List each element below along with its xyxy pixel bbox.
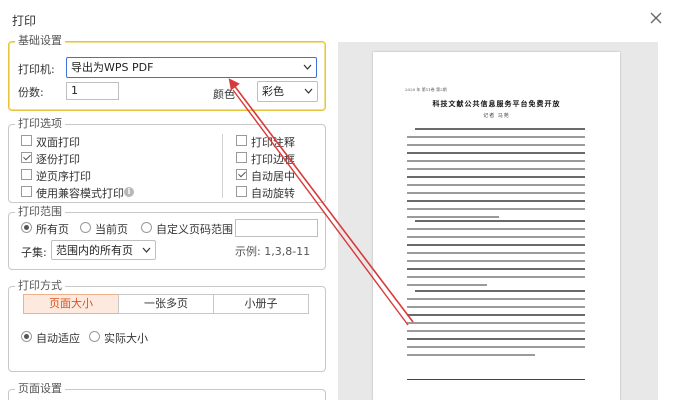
compat-mode-label: 使用兼容模式打印: [36, 187, 124, 200]
print-border-label: 打印边框: [251, 153, 295, 166]
preview-text-line: [407, 208, 585, 210]
preview-footnote-rule: [407, 379, 585, 380]
close-icon[interactable]: [648, 10, 664, 26]
preview-text-line: [407, 306, 585, 308]
collate-checkbox[interactable]: [21, 152, 32, 163]
preview-text-line: [407, 276, 585, 278]
reverse-order-label: 逆页序打印: [36, 170, 91, 183]
preview-text-line: [407, 136, 585, 138]
color-value: 彩色: [262, 85, 284, 98]
print-options-legend: 打印选项: [15, 117, 65, 131]
preview-header: 2020 年 第11卷 第2期: [405, 87, 447, 92]
preview-text-line: [407, 152, 585, 154]
preview-text-line: [407, 298, 585, 300]
preview-text-line: [407, 168, 585, 170]
actual-size-radio[interactable]: [89, 331, 100, 342]
duplex-label: 双面打印: [36, 136, 80, 149]
info-icon[interactable]: i: [124, 187, 134, 197]
copies-input[interactable]: 1: [66, 82, 119, 100]
print-mode-legend: 打印方式: [15, 279, 65, 293]
print-border-checkbox[interactable]: [236, 152, 247, 163]
print-annotations-label: 打印注释: [251, 136, 295, 149]
copies-label: 份数:: [18, 86, 44, 99]
auto-fit-radio[interactable]: [21, 331, 32, 342]
preview-text-line: [407, 354, 535, 356]
options-divider: [222, 134, 223, 198]
preview-text-line: [407, 252, 585, 254]
preview-text-line: [407, 260, 585, 262]
preview-text-line: [407, 192, 585, 194]
custom-range-label: 自定义页码范围: [156, 223, 233, 236]
printer-label: 打印机:: [18, 63, 55, 76]
tab-multi-page[interactable]: 一张多页: [118, 294, 214, 314]
current-page-label: 当前页: [95, 223, 128, 236]
preview-page: 2020 年 第11卷 第2期 科技文献公共信息服务平台免费开放 记者 马苑: [373, 52, 620, 400]
auto-fit-label: 自动适应: [36, 332, 80, 345]
collate-label: 逐份打印: [36, 153, 80, 166]
preview-text-line: [407, 216, 499, 218]
color-label: 颜色: [213, 88, 235, 101]
basic-settings-legend: 基础设置: [15, 34, 65, 48]
page-setup-group: 页面设置: [8, 382, 326, 400]
preview-text-line: [407, 322, 585, 324]
subset-label: 子集:: [21, 246, 47, 259]
preview-text-line: [407, 236, 585, 238]
chevron-down-icon: [304, 88, 313, 94]
preview-text-line: [407, 144, 585, 146]
print-annotations-checkbox[interactable]: [236, 135, 247, 146]
subset-value: 范围内的所有页: [56, 244, 133, 257]
preview-text-line: [407, 330, 585, 332]
custom-range-input[interactable]: [235, 219, 318, 237]
auto-center-label: 自动居中: [251, 170, 295, 183]
actual-size-label: 实际大小: [104, 332, 148, 345]
custom-range-radio[interactable]: [141, 222, 152, 233]
reverse-order-checkbox[interactable]: [21, 169, 32, 180]
printer-select[interactable]: 导出为WPS PDF: [66, 57, 317, 78]
all-pages-radio[interactable]: [21, 222, 32, 233]
preview-text-line: [407, 228, 585, 230]
auto-rotate-checkbox[interactable]: [236, 186, 247, 197]
tab-page-size[interactable]: 页面大小: [23, 294, 119, 314]
duplex-checkbox[interactable]: [21, 135, 32, 146]
preview-text-line: [407, 160, 585, 162]
auto-center-checkbox[interactable]: [236, 169, 247, 180]
preview-text-line: [415, 220, 585, 222]
dialog-title: 打印: [12, 14, 37, 28]
preview-text-line: [407, 268, 585, 270]
current-page-radio[interactable]: [80, 222, 91, 233]
preview-text-line: [415, 128, 585, 130]
tab-booklet[interactable]: 小册子: [213, 294, 309, 314]
preview-text-line: [407, 176, 585, 178]
preview-text-line: [407, 346, 585, 348]
page-setup-legend: 页面设置: [15, 382, 65, 396]
printer-value: 导出为WPS PDF: [71, 61, 154, 74]
preview-text-line: [407, 314, 585, 316]
print-range-legend: 打印范围: [15, 205, 65, 219]
preview-text-line: [407, 338, 585, 340]
subset-select[interactable]: 范围内的所有页: [51, 240, 156, 260]
chevron-down-icon: [303, 64, 312, 70]
compat-mode-checkbox[interactable]: [21, 186, 32, 197]
preview-text-line: [407, 244, 585, 246]
preview-text-line: [407, 284, 487, 286]
preview-author: 记者 马苑: [483, 113, 510, 119]
all-pages-label: 所有页: [36, 223, 69, 236]
chevron-down-icon: [142, 247, 151, 253]
preview-text-line: [415, 290, 585, 292]
auto-rotate-label: 自动旋转: [251, 187, 295, 200]
preview-title: 科技文献公共信息服务平台免费开放: [432, 99, 561, 108]
color-select[interactable]: 彩色: [257, 81, 318, 102]
preview-text-line: [407, 184, 585, 186]
range-example: 示例: 1,3,8-11: [235, 245, 311, 258]
preview-text-line: [407, 200, 585, 202]
